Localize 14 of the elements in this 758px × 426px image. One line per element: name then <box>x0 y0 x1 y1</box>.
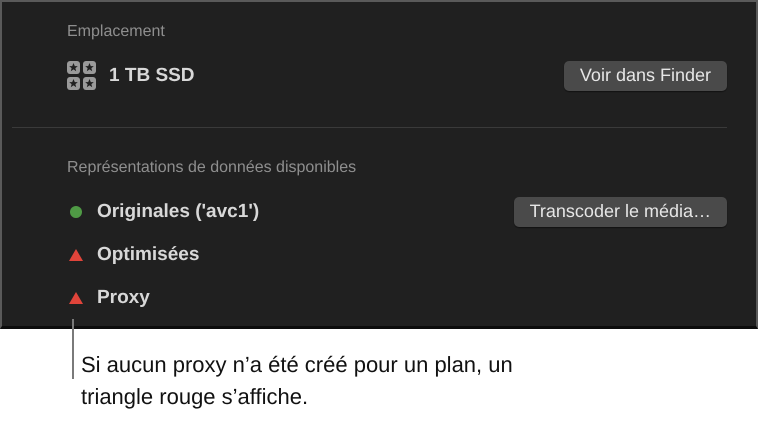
warning-triangle-icon <box>69 292 83 304</box>
show-in-finder-button[interactable]: Voir dans Finder <box>564 60 727 90</box>
leader-line <box>72 319 74 379</box>
representation-name: Optimisées <box>97 244 200 266</box>
drive-icon <box>67 60 97 90</box>
callout-text: Si aucun proxy n’a été créé pour un plan, un triangle rouge s’affiche. <box>81 351 514 411</box>
representation-name: Proxy <box>97 286 150 308</box>
representation-name: Originales ('avc1') <box>97 200 260 222</box>
drive-name: 1 TB SSD <box>109 64 195 86</box>
warning-triangle-icon <box>69 248 83 260</box>
status-dot <box>70 206 82 218</box>
section-label: Représentations de données disponibles <box>67 158 358 178</box>
transcode-button[interactable]: Transcoder le média… <box>514 196 727 226</box>
section-label: Emplacement <box>67 22 166 42</box>
